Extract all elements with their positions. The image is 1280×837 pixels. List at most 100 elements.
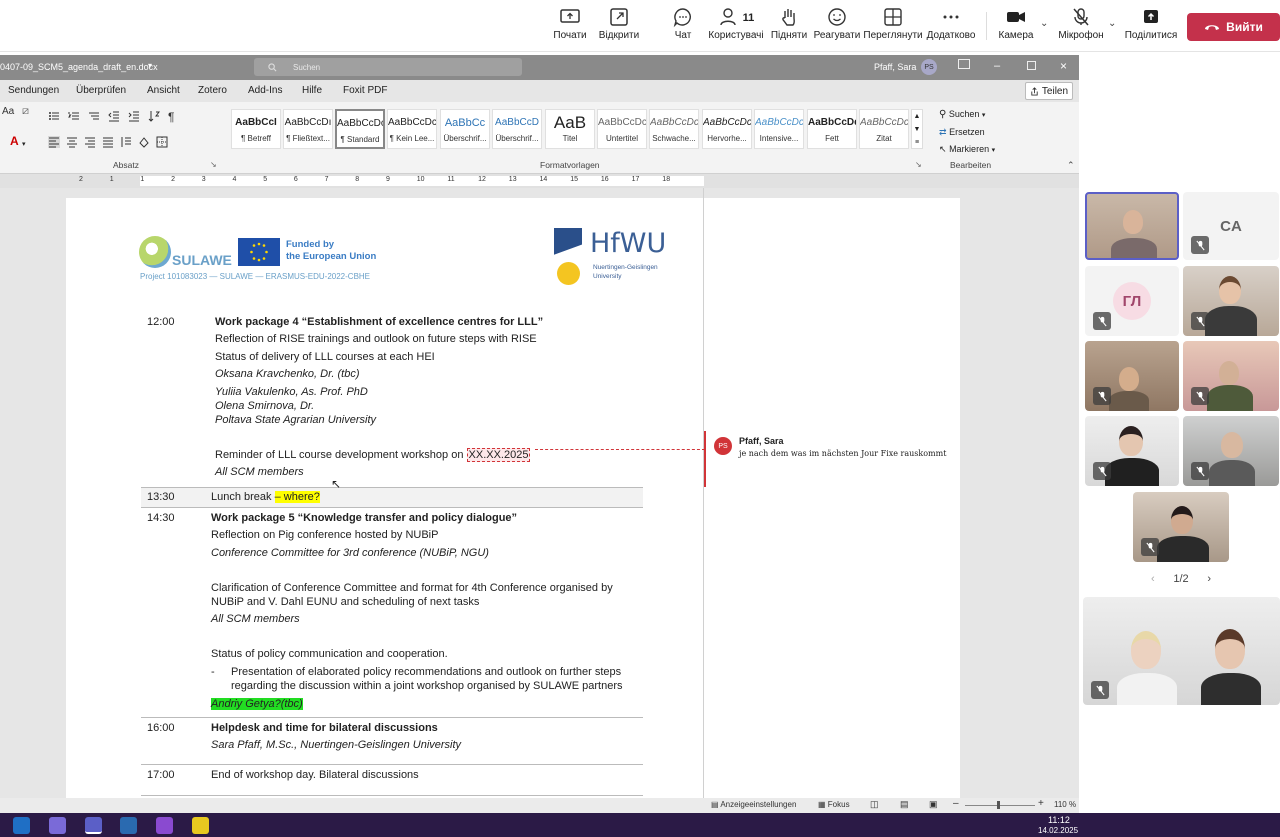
video-tile-participant-5[interactable] bbox=[1085, 341, 1179, 411]
video-tile-ca[interactable]: CA bbox=[1183, 192, 1279, 260]
read-mode-icon[interactable]: ◫ bbox=[870, 799, 879, 810]
more-button[interactable]: Додатково bbox=[926, 6, 976, 50]
video-tile-participant-10[interactable] bbox=[1083, 597, 1280, 705]
ribbon-display-options-icon[interactable] bbox=[958, 59, 970, 69]
minimize-icon[interactable]: – bbox=[994, 60, 1000, 72]
select-button[interactable]: ↖ Markieren ▾ bbox=[939, 141, 995, 159]
style-fliesstext[interactable]: AaBbCcDı ¶ Fließtext... bbox=[283, 109, 333, 149]
tab-ansicht[interactable]: Ansicht bbox=[147, 85, 180, 96]
pilcrow-icon[interactable]: ¶ bbox=[168, 110, 174, 124]
focus-button[interactable]: ▦ Fokus bbox=[818, 800, 850, 809]
web-layout-icon[interactable]: ▣ bbox=[929, 799, 938, 810]
tab-foxit-pdf[interactable]: Foxit PDF bbox=[343, 85, 387, 96]
taskbar-time[interactable]: 11:12 bbox=[1048, 815, 1070, 825]
mic-button[interactable]: Мікрофон bbox=[1058, 6, 1104, 50]
taskbar-date[interactable]: 14.02.2025 bbox=[1038, 826, 1078, 835]
font-case-icon[interactable]: Aa bbox=[2, 106, 14, 117]
shading-icon[interactable] bbox=[138, 136, 150, 148]
view-button[interactable]: Переглянути bbox=[863, 6, 923, 50]
clear-formatting-icon[interactable]: ⧄ bbox=[22, 105, 29, 118]
tab-hilfe[interactable]: Hilfe bbox=[302, 85, 322, 96]
react-button[interactable]: Реагувати bbox=[814, 6, 860, 50]
formatvorlagen-launcher-icon[interactable]: ↘ bbox=[915, 160, 922, 169]
zoom-out-icon[interactable]: – bbox=[953, 798, 959, 809]
style-ueberschrift-2[interactable]: AaBbCcD Überschrif... bbox=[492, 109, 542, 149]
sticky-notes-icon[interactable] bbox=[192, 817, 209, 834]
share-screen-button[interactable]: Почати bbox=[553, 6, 587, 50]
next-page-chevron-icon[interactable]: › bbox=[1207, 573, 1211, 585]
find-button[interactable]: ⚲ Suchen ▾ bbox=[939, 106, 995, 124]
teams-icon[interactable] bbox=[85, 817, 102, 834]
video-tile-gl[interactable]: ГЛ bbox=[1085, 266, 1179, 336]
style-betreff[interactable]: AaBbCcI ¶ Betreff bbox=[231, 109, 281, 149]
chat-button[interactable]: Чат bbox=[668, 6, 698, 50]
people-button[interactable]: 11 Користувачі bbox=[708, 6, 764, 50]
zoom-slider[interactable] bbox=[965, 805, 1035, 806]
line-spacing-icon[interactable] bbox=[120, 136, 132, 148]
share-button[interactable]: Поділитися bbox=[1125, 6, 1177, 50]
style-ueberschrift-1[interactable]: AaBbCc Überschrif... bbox=[440, 109, 490, 149]
style-hervorhebung[interactable]: AaBbCcDc Hervorhe... bbox=[702, 109, 752, 149]
video-tile-participant-6[interactable] bbox=[1183, 341, 1279, 411]
document-filename[interactable]: 0407-09_SCM5_agenda_draft_en.docx bbox=[0, 62, 158, 72]
raise-hand-button[interactable]: Підняти bbox=[771, 6, 807, 50]
style-zitat[interactable]: AaBbCcDc Zitat bbox=[859, 109, 909, 149]
video-tile-participant-7[interactable] bbox=[1085, 416, 1179, 486]
zoom-slider-thumb[interactable] bbox=[997, 801, 1000, 809]
style-titel[interactable]: AaB Titel bbox=[545, 109, 595, 149]
style-untertitel[interactable]: AaBbCcDc Untertitel bbox=[597, 109, 647, 149]
tab-zotero[interactable]: Zotero bbox=[198, 85, 227, 96]
tab-sendungen[interactable]: Sendungen bbox=[8, 85, 59, 96]
leave-meeting-button[interactable]: Вийти bbox=[1187, 13, 1280, 41]
maximize-icon[interactable] bbox=[1027, 61, 1036, 70]
style-standard[interactable]: AaBbCcDc ¶ Standard bbox=[335, 109, 385, 149]
teilen-button[interactable]: Teilen bbox=[1025, 82, 1073, 100]
numbered-list-icon[interactable] bbox=[68, 110, 80, 122]
tab-ueberpruefen[interactable]: Überprüfen bbox=[76, 85, 126, 96]
align-right-icon[interactable] bbox=[84, 136, 96, 148]
camera-button[interactable]: Камера bbox=[998, 6, 1034, 50]
justify-icon[interactable] bbox=[102, 136, 114, 148]
borders-icon[interactable] bbox=[156, 136, 168, 148]
start-icon[interactable] bbox=[13, 817, 30, 834]
multilevel-list-icon[interactable] bbox=[88, 110, 100, 122]
absatz-launcher-icon[interactable]: ↘ bbox=[210, 160, 217, 169]
style-gallery-scroll[interactable]: ▲ ▼ ≡ bbox=[911, 109, 923, 149]
style-intensive-hervorhebung[interactable]: AaBbCcDc Intensive... bbox=[754, 109, 804, 149]
user-avatar[interactable]: PS bbox=[921, 59, 937, 75]
collapse-ribbon-icon[interactable]: ⌃ bbox=[1067, 160, 1075, 171]
close-icon[interactable]: × bbox=[1060, 59, 1067, 73]
mic-options-chevron-icon[interactable]: ⌄ bbox=[1108, 18, 1116, 29]
style-schwache-hervorhebung[interactable]: AaBbCcDc Schwache... bbox=[649, 109, 699, 149]
video-tile-self[interactable] bbox=[1085, 192, 1179, 260]
open-button[interactable]: Відкрити bbox=[596, 6, 642, 50]
horizontal-ruler[interactable]: 2 1 1 2 3 4 5 6 7 8 9 10 11 12 13 14 15 16 17 18 bbox=[0, 174, 1079, 188]
camera-options-chevron-icon[interactable]: ⌄ bbox=[1040, 18, 1048, 29]
sort-icon[interactable] bbox=[148, 110, 160, 122]
zoom-level[interactable]: 110 % bbox=[1054, 800, 1076, 809]
style-kein-leerraum[interactable]: AaBbCcDc ¶ Kein Lee... bbox=[387, 109, 437, 149]
align-center-icon[interactable] bbox=[66, 136, 78, 148]
decrease-indent-icon[interactable] bbox=[108, 110, 120, 122]
video-tile-participant-8[interactable] bbox=[1183, 416, 1279, 486]
zoom-in-icon[interactable]: + bbox=[1038, 798, 1044, 809]
app-icon[interactable] bbox=[120, 817, 137, 834]
align-left-icon[interactable] bbox=[48, 136, 60, 148]
display-settings-button[interactable]: ▤ Anzeigeeinstellungen bbox=[711, 800, 796, 809]
search-input[interactable]: Suchen bbox=[254, 58, 522, 76]
video-tile-participant-9[interactable] bbox=[1133, 492, 1229, 562]
prev-page-chevron-icon[interactable]: ‹ bbox=[1151, 573, 1155, 585]
style-fett[interactable]: AaBbCcDd Fett bbox=[807, 109, 857, 149]
increase-indent-icon[interactable] bbox=[128, 110, 140, 122]
comment-card[interactable]: PS Pfaff, Sara je nach dem was im nächst… bbox=[704, 431, 960, 487]
tab-add-ins[interactable]: Add-Ins bbox=[248, 85, 282, 96]
font-color-dropdown-icon[interactable]: ▾ bbox=[22, 140, 26, 148]
commented-date-text[interactable]: XX.XX.2025 bbox=[466, 448, 531, 462]
app-icon[interactable] bbox=[49, 817, 66, 834]
app-icon[interactable] bbox=[156, 817, 173, 834]
bullet-list-icon[interactable] bbox=[48, 110, 60, 122]
print-layout-icon[interactable]: ▤ bbox=[900, 799, 909, 810]
filename-dropdown-icon[interactable]: ▾ bbox=[148, 61, 152, 70]
font-color-icon[interactable]: A bbox=[10, 134, 19, 148]
video-tile-participant-4[interactable] bbox=[1183, 266, 1279, 336]
